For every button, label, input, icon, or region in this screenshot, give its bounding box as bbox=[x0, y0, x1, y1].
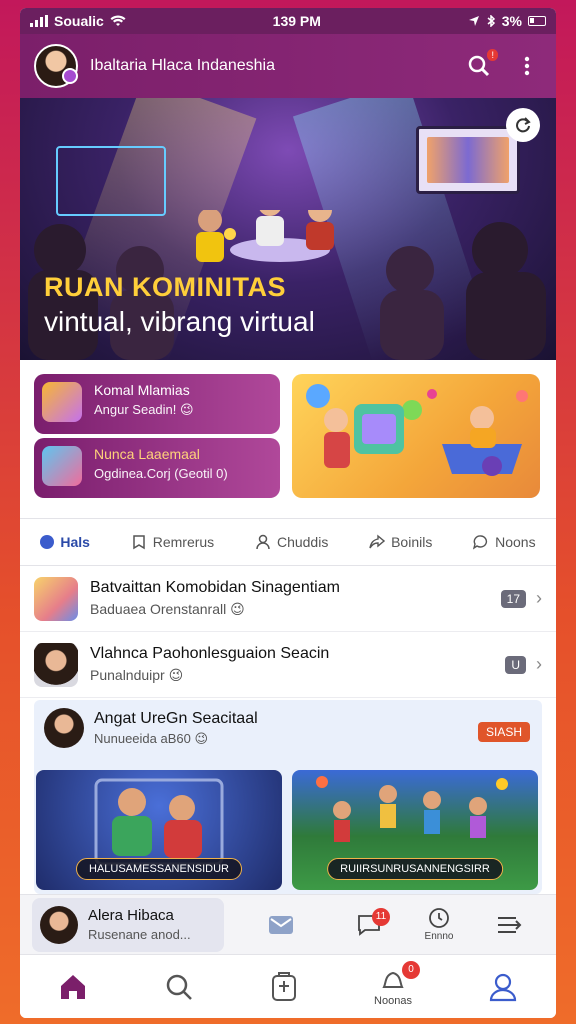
dock-item[interactable]: Ennno bbox=[404, 907, 474, 942]
feature-card[interactable]: Angat UreGn Seacitaal Nunueeida aB60 😉 S… bbox=[34, 700, 542, 894]
dot-icon bbox=[40, 535, 55, 549]
hero-banner[interactable]: RUAN KOMINITAS vintual, vibrang virtual bbox=[20, 98, 556, 360]
tv-screen bbox=[416, 126, 520, 194]
search-icon bbox=[166, 974, 192, 1000]
promo-card-subtitle: Ogdinea.Corj (Geotil 0) bbox=[94, 466, 228, 481]
avatar bbox=[40, 905, 78, 944]
tab-label: Remrerus bbox=[152, 534, 215, 550]
video-tile[interactable]: RUIIRSUNRUSANNENGSIRR bbox=[292, 770, 538, 890]
clock: 139 PM bbox=[272, 13, 321, 29]
menu-icon bbox=[498, 916, 522, 933]
tile-caption: RUIIRSUNRUSANNENGSIRR bbox=[327, 858, 503, 880]
avatar bbox=[34, 642, 78, 687]
search-button[interactable]: ! bbox=[464, 49, 498, 81]
promo-card[interactable]: Komal Mlamias Angur Seadin! 😉 bbox=[34, 374, 280, 434]
messages-button[interactable]: 11 bbox=[334, 907, 404, 936]
chevron-right-icon: › bbox=[536, 588, 542, 608]
refresh-icon bbox=[516, 117, 531, 133]
menu-button[interactable] bbox=[474, 915, 544, 935]
nav-home[interactable] bbox=[58, 972, 88, 1002]
nav-notifications[interactable]: 0 Noonas bbox=[374, 960, 420, 1007]
neon-sign bbox=[56, 146, 166, 216]
tab-bar: Hals Remrerus Chuddis Boinils Noons bbox=[20, 518, 556, 566]
share-icon bbox=[369, 534, 386, 549]
tile-caption: HALUSAMESSANENSIDUR bbox=[76, 858, 242, 880]
tab-remrerus[interactable]: Remrerus bbox=[131, 534, 214, 550]
home-icon bbox=[61, 974, 85, 999]
game-illustration bbox=[306, 384, 528, 476]
user-status: Rusenane anod... bbox=[88, 927, 191, 942]
promo-card-subtitle: Angur Seadin! 😉 bbox=[94, 402, 194, 417]
list-item[interactable]: Vlahnca Paohonlesguaion Seacin Punalndui… bbox=[20, 632, 556, 698]
mini-profile-dock: Alera Hibaca Rusenane anod... 11 Ennno bbox=[20, 894, 556, 954]
clock-icon bbox=[429, 908, 449, 928]
count-badge: U bbox=[505, 655, 526, 674]
tab-noons[interactable]: Noons bbox=[473, 534, 536, 550]
game-thumbnail bbox=[42, 382, 82, 422]
bookmark-icon bbox=[132, 535, 145, 550]
more-vertical-icon bbox=[524, 56, 530, 76]
chevron-right-icon: › bbox=[536, 654, 542, 674]
chat-icon bbox=[473, 535, 488, 550]
mail-icon bbox=[269, 915, 293, 934]
nav-profile[interactable] bbox=[488, 972, 518, 1002]
app-bar: Ibaltaria Hlaca Indaneshia ! bbox=[20, 34, 556, 98]
status-bar: Soualic 139 PM 3% bbox=[20, 8, 556, 34]
current-user-card[interactable]: Alera Hibaca Rusenane anod... bbox=[32, 897, 224, 952]
feature-action-button[interactable]: SIASH bbox=[477, 722, 530, 742]
clipboard-icon bbox=[272, 971, 297, 1001]
notification-badge: ! bbox=[487, 49, 498, 61]
phone-screen: Soualic 139 PM 3% Ibaltaria Hlaca Indane… bbox=[20, 8, 556, 1018]
tab-hals[interactable]: Hals bbox=[40, 534, 90, 550]
search-icon bbox=[468, 55, 490, 77]
message-badge: 11 bbox=[372, 907, 390, 926]
share-button[interactable] bbox=[506, 108, 540, 142]
hero-subtitle: vintual, vibrang virtual bbox=[44, 306, 315, 337]
signal-icon bbox=[30, 15, 48, 27]
promo-card-title: Komal Mlamias bbox=[94, 382, 190, 398]
game-thumbnail bbox=[34, 576, 78, 621]
feature-title: Angat UreGn Seacitaal bbox=[94, 709, 258, 727]
profile-avatar[interactable] bbox=[34, 44, 78, 88]
battery-level: 3% bbox=[501, 13, 522, 29]
hero-title: RUAN KOMINITAS bbox=[44, 272, 286, 302]
bottom-navigation: 0 Noonas bbox=[20, 954, 556, 1018]
bluetooth-icon bbox=[487, 15, 495, 27]
app-title: Ibaltaria Hlaca Indaneshia bbox=[90, 57, 276, 74]
list-item[interactable]: Batvaittan Komobidan Sinagentiam Baduaea… bbox=[20, 566, 556, 632]
video-tile[interactable]: HALUSAMESSANENSIDUR bbox=[36, 770, 282, 890]
profile-icon bbox=[489, 973, 517, 1001]
tab-label: Boinils bbox=[391, 534, 433, 550]
list-item-title: Vlahnca Paohonlesguaion Seacin bbox=[90, 645, 330, 662]
location-icon bbox=[468, 16, 479, 26]
avatar bbox=[44, 708, 84, 748]
tab-label: Chuddis bbox=[276, 534, 329, 550]
list-item-subtitle: Punalnduipr 😉 bbox=[90, 667, 184, 683]
user-name: Alera Hibaca bbox=[88, 907, 174, 924]
notification-badge: 0 bbox=[401, 960, 420, 979]
dock-item-label: Ennno bbox=[424, 931, 454, 942]
count-badge: 17 bbox=[500, 589, 526, 608]
more-options-button[interactable] bbox=[512, 51, 542, 81]
promo-card-title: Nunca Laaemaal bbox=[94, 446, 200, 462]
tab-boinils[interactable]: Boinils bbox=[369, 534, 432, 550]
list-item-title: Batvaittan Komobidan Sinagentiam bbox=[90, 579, 340, 596]
person-icon bbox=[256, 534, 270, 550]
battery-icon bbox=[528, 16, 546, 26]
mail-button[interactable] bbox=[246, 914, 316, 936]
game-thumbnail bbox=[42, 446, 82, 486]
nav-label: Noonas bbox=[374, 994, 412, 1007]
tab-chuddis[interactable]: Chuddis bbox=[255, 534, 328, 550]
nav-search[interactable] bbox=[164, 972, 194, 1002]
tab-label: Noons bbox=[495, 534, 536, 550]
tab-label: Hals bbox=[60, 534, 90, 550]
nav-activity[interactable] bbox=[270, 971, 298, 1002]
wifi-icon bbox=[110, 15, 126, 26]
list-item-subtitle: Baduaea Orenstanrall 😉 bbox=[90, 601, 245, 617]
feature-subtitle: Nunueeida aB60 😉 bbox=[94, 730, 209, 746]
carrier-name: Soualic bbox=[54, 13, 104, 29]
promo-section: Komal Mlamias Angur Seadin! 😉 Nunca Laae… bbox=[34, 374, 546, 504]
promo-banner[interactable] bbox=[292, 374, 540, 498]
promo-card[interactable]: Nunca Laaemaal Ogdinea.Corj (Geotil 0) bbox=[34, 438, 280, 498]
